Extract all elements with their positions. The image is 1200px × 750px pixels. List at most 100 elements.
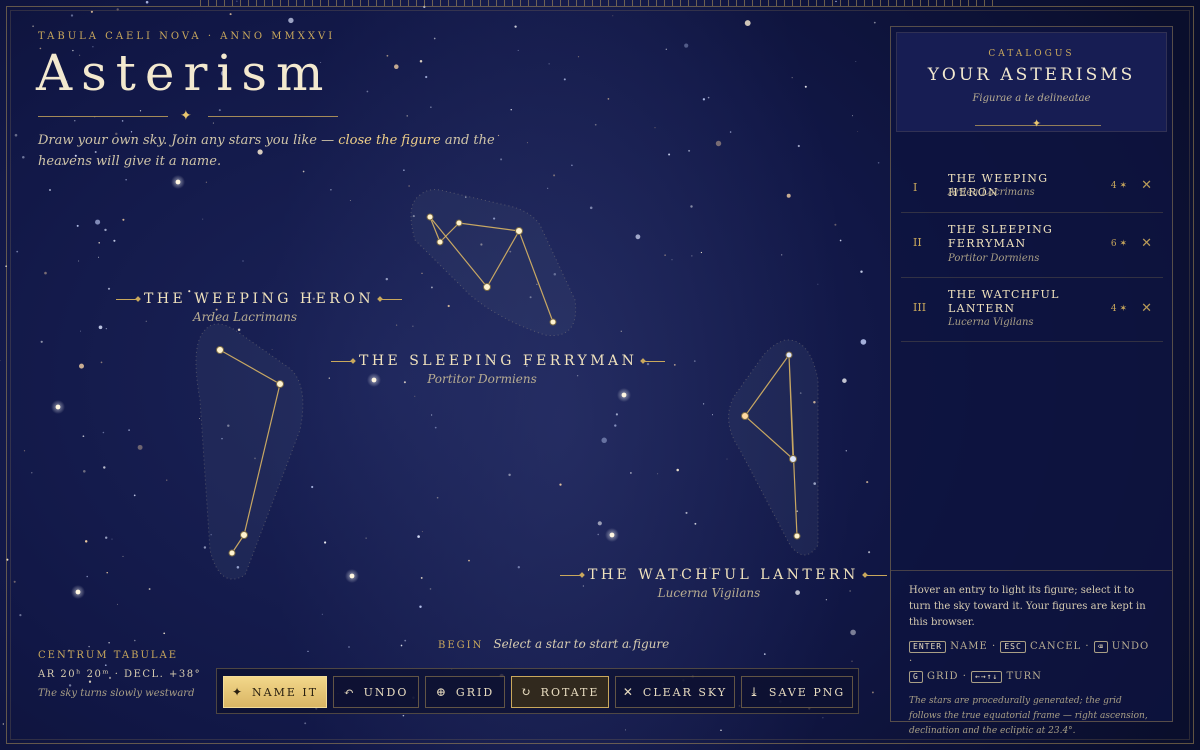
background-star[interactable] — [139, 110, 142, 112]
background-star[interactable] — [447, 304, 450, 308]
delete-icon[interactable]: ✕ — [1141, 301, 1152, 316]
background-star[interactable] — [366, 90, 369, 93]
background-star[interactable] — [508, 473, 511, 477]
background-star[interactable] — [100, 361, 103, 364]
bright-star[interactable] — [75, 589, 81, 595]
background-star[interactable] — [2, 723, 4, 725]
background-star[interactable] — [0, 360, 1, 361]
background-star[interactable] — [671, 259, 673, 261]
background-star[interactable] — [14, 133, 18, 137]
background-star[interactable] — [720, 729, 722, 732]
background-star[interactable] — [400, 644, 403, 647]
background-star[interactable] — [842, 378, 847, 383]
background-star[interactable] — [133, 494, 136, 497]
background-star[interactable] — [430, 106, 432, 108]
background-star[interactable] — [19, 614, 22, 617]
background-star[interactable] — [786, 193, 791, 198]
background-star[interactable] — [729, 131, 732, 133]
background-star[interactable] — [594, 123, 597, 126]
background-star[interactable] — [307, 650, 309, 653]
background-star[interactable] — [700, 251, 703, 254]
bright-star[interactable] — [621, 392, 627, 398]
background-star[interactable] — [822, 717, 824, 719]
background-star[interactable] — [860, 339, 867, 345]
heron-star[interactable] — [228, 549, 236, 557]
background-star[interactable] — [510, 109, 512, 111]
background-star[interactable] — [420, 576, 423, 579]
background-star[interactable] — [607, 98, 610, 100]
ferryman-star[interactable] — [515, 227, 523, 235]
background-star[interactable] — [13, 580, 16, 583]
background-star[interactable] — [212, 122, 214, 124]
background-star[interactable] — [517, 566, 520, 569]
background-star[interactable] — [744, 20, 751, 27]
background-star[interactable] — [106, 571, 108, 574]
background-star[interactable] — [134, 639, 136, 642]
background-star[interactable] — [597, 521, 602, 526]
background-star[interactable] — [121, 120, 124, 122]
background-star[interactable] — [526, 142, 528, 144]
figure-weeping-heron[interactable] — [195, 323, 304, 580]
ferryman-star[interactable] — [483, 283, 491, 291]
background-star[interactable] — [868, 551, 871, 554]
heron-star[interactable] — [276, 380, 284, 388]
background-star[interactable] — [877, 162, 880, 164]
background-star[interactable] — [791, 77, 793, 79]
background-star[interactable] — [434, 426, 437, 429]
background-star[interactable] — [404, 639, 407, 642]
background-star[interactable] — [851, 660, 853, 662]
background-star[interactable] — [421, 272, 423, 274]
background-star[interactable] — [855, 60, 857, 62]
background-star[interactable] — [850, 629, 856, 636]
background-star[interactable] — [122, 555, 124, 557]
background-star[interactable] — [685, 511, 688, 514]
background-star[interactable] — [702, 403, 705, 405]
background-star[interactable] — [688, 149, 691, 152]
background-star[interactable] — [597, 533, 599, 536]
background-star[interactable] — [80, 330, 81, 332]
background-star[interactable] — [202, 218, 204, 220]
background-star[interactable] — [517, 49, 519, 51]
background-star[interactable] — [797, 144, 800, 148]
background-star[interactable] — [563, 78, 566, 81]
list-item[interactable]: I THE WEEPING HERON Ardea Lacrimans 4 ✶ … — [901, 157, 1163, 213]
bright-star[interactable] — [55, 404, 61, 410]
background-star[interactable] — [311, 485, 314, 489]
background-star[interactable] — [839, 239, 842, 242]
figure-watchful-lantern[interactable] — [728, 339, 819, 556]
background-star[interactable] — [665, 48, 667, 50]
background-star[interactable] — [125, 179, 127, 181]
background-star[interactable] — [237, 328, 241, 331]
background-star[interactable] — [694, 522, 697, 525]
background-star[interactable] — [229, 13, 232, 16]
background-star[interactable] — [763, 653, 766, 655]
lantern-star[interactable] — [785, 351, 793, 359]
background-star[interactable] — [103, 466, 106, 469]
delete-icon[interactable]: ✕ — [1141, 236, 1152, 251]
background-star[interactable] — [347, 645, 351, 649]
background-star[interactable] — [615, 413, 618, 416]
background-star[interactable] — [577, 56, 580, 58]
bright-star[interactable] — [175, 179, 181, 185]
constellation-label-lantern[interactable]: THE WATCHFUL LANTERN Lucerna Vigilans — [554, 567, 887, 600]
background-star[interactable] — [589, 206, 593, 210]
background-star[interactable] — [835, 0, 837, 3]
background-star[interactable] — [218, 109, 221, 112]
background-star[interactable] — [84, 540, 88, 543]
background-star[interactable] — [95, 219, 101, 225]
background-star[interactable] — [436, 496, 439, 499]
background-star[interactable] — [78, 260, 80, 262]
background-star[interactable] — [429, 588, 432, 590]
background-star[interactable] — [32, 25, 34, 28]
background-star[interactable] — [707, 96, 710, 99]
background-star[interactable] — [873, 21, 876, 24]
bright-star[interactable] — [609, 532, 615, 538]
lantern-star[interactable] — [741, 412, 749, 420]
background-star[interactable] — [851, 115, 854, 117]
background-star[interactable] — [98, 256, 100, 258]
background-star[interactable] — [304, 722, 307, 725]
background-star[interactable] — [664, 254, 666, 256]
constellation-label-heron[interactable]: THE WEEPING HERON Ardea Lacrimans — [110, 291, 403, 324]
background-star[interactable] — [693, 360, 696, 362]
background-star[interactable] — [108, 642, 110, 644]
